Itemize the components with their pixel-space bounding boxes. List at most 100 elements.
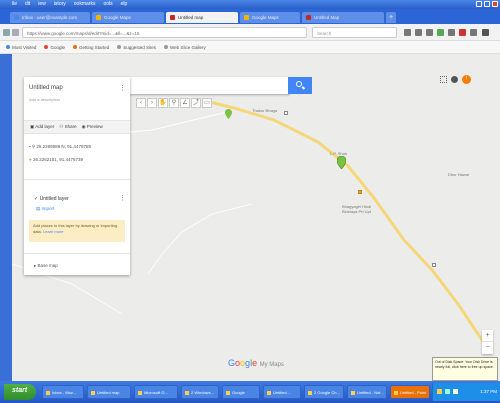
hamburger-menu-icon[interactable] bbox=[482, 29, 489, 36]
tab-untitled-map-2[interactable]: Untitled Map bbox=[302, 12, 384, 23]
redo-icon[interactable]: › bbox=[147, 98, 157, 108]
downloads-icon[interactable] bbox=[426, 29, 433, 36]
taskbar-item[interactable]: Untitled - Not... bbox=[347, 385, 387, 399]
zoom-out-button[interactable]: − bbox=[482, 341, 493, 353]
forward-icon[interactable] bbox=[12, 29, 19, 36]
mymaps-icon bbox=[306, 15, 311, 21]
taskbar-item[interactable]: 2 Windows... bbox=[181, 385, 219, 399]
bookmark-web-slice[interactable]: Web Slice Gallery bbox=[164, 45, 206, 50]
addon-icon[interactable] bbox=[459, 29, 466, 36]
add-layer-button[interactable]: ▣ Add layer bbox=[30, 124, 54, 130]
tab-google-maps-2[interactable]: Google Maps bbox=[240, 12, 300, 23]
map-pin-marker-selected[interactable] bbox=[337, 156, 346, 169]
divider bbox=[24, 179, 130, 180]
tray-icon[interactable] bbox=[437, 389, 442, 394]
menu-file[interactable]: ile bbox=[12, 1, 17, 7]
minimize-button[interactable] bbox=[476, 1, 482, 7]
menu-bookmarks[interactable]: ookmarks bbox=[74, 1, 96, 7]
more-options-icon[interactable]: ⋮ bbox=[119, 84, 126, 92]
google-my-maps-logo: Google My Maps bbox=[228, 358, 284, 368]
sync-icon[interactable] bbox=[470, 29, 477, 36]
avatar[interactable]: ! bbox=[462, 75, 471, 84]
learn-more-link[interactable]: Learn more bbox=[43, 229, 63, 234]
tab-google-maps[interactable]: Google Maps bbox=[92, 12, 164, 23]
tab-inbox[interactable]: Inbox - user@example.com bbox=[10, 12, 90, 23]
menu-history[interactable]: istory bbox=[54, 1, 66, 7]
bookmarks-toolbar: Most Visited Google Getting Started Sugg… bbox=[0, 41, 500, 54]
directions-row-1[interactable]: ▪ ⚲ 26.2289889 N, 91.4479789 bbox=[29, 144, 91, 150]
taskbar-item[interactable]: Untitled map bbox=[87, 385, 131, 399]
tray-icon[interactable] bbox=[453, 389, 458, 394]
place-label-thakur: Thakur Bhaga bbox=[252, 108, 278, 113]
menu-bar: ile dit iew istory ookmarks ools elp bbox=[12, 1, 127, 7]
layer-options-icon[interactable]: ⋮ bbox=[119, 194, 126, 202]
google-icon bbox=[44, 45, 49, 50]
menu-tools[interactable]: ools bbox=[103, 1, 112, 7]
draw-line-icon[interactable]: ∠ bbox=[180, 98, 190, 108]
menu-edit[interactable]: dit bbox=[25, 1, 30, 7]
mail-icon bbox=[14, 15, 19, 21]
folder-icon bbox=[6, 45, 10, 50]
taskbar-item[interactable]: Untitled - Paint bbox=[390, 385, 430, 399]
hand-tool-icon[interactable]: ✋ bbox=[158, 98, 168, 108]
account-controls: ! bbox=[440, 75, 471, 84]
bookmark-getting-started[interactable]: Getting Started bbox=[72, 45, 109, 50]
add-marker-icon[interactable]: ⚲ bbox=[169, 98, 179, 108]
directions-icon[interactable]: ⤴ bbox=[191, 98, 201, 108]
import-link[interactable]: ▤ Import bbox=[36, 206, 54, 212]
close-button[interactable] bbox=[492, 1, 498, 7]
home-icon[interactable] bbox=[448, 29, 455, 36]
map-search-button[interactable] bbox=[288, 77, 312, 94]
bookmark-suggested-sites[interactable]: Suggested Sites bbox=[117, 45, 156, 50]
map-description[interactable]: Add a description bbox=[29, 97, 60, 102]
minor-road-2 bbox=[147, 203, 253, 275]
reading-list-icon[interactable] bbox=[415, 29, 422, 36]
measure-icon[interactable]: ▭ bbox=[202, 98, 212, 108]
window-title-bar: ile dit iew istory ookmarks ools elp bbox=[0, 0, 500, 9]
zoom-controls: + − bbox=[482, 330, 493, 354]
map-title[interactable]: Untitled map bbox=[29, 85, 63, 91]
taskbar-item[interactable]: Inbox - Moz... bbox=[42, 385, 84, 399]
bookmark-most-visited[interactable]: Most Visited bbox=[6, 45, 36, 50]
map-search-input[interactable] bbox=[130, 77, 290, 94]
start-button[interactable]: start bbox=[4, 384, 36, 400]
bus-stop-icon bbox=[432, 263, 436, 267]
menu-help[interactable]: elp bbox=[121, 1, 128, 7]
bookmark-star-icon[interactable] bbox=[404, 29, 411, 36]
share-button[interactable]: ⚇ Share bbox=[59, 124, 76, 130]
divider bbox=[24, 253, 130, 254]
zoom-in-button[interactable]: + bbox=[482, 330, 493, 341]
system-notification[interactable]: Out of Disk Space: Your Disk Drive is ne… bbox=[432, 357, 498, 381]
apps-grid-icon[interactable] bbox=[440, 76, 447, 83]
taskbar-item[interactable]: Untitled... bbox=[263, 385, 301, 399]
bus-stop-icon bbox=[284, 111, 288, 115]
taskbar-item[interactable]: Microsoft O... bbox=[134, 385, 178, 399]
url-input[interactable]: https://www.google.com/maps/d/edit?mid=.… bbox=[22, 27, 307, 38]
taskbar-item[interactable]: Google bbox=[222, 385, 260, 399]
bookmark-google[interactable]: Google bbox=[44, 45, 65, 50]
tab-untitled-map[interactable]: Untitled map bbox=[166, 12, 238, 23]
notifications-icon[interactable] bbox=[451, 76, 458, 83]
map-pin-marker[interactable] bbox=[225, 109, 232, 119]
place-label-stadium: Bhagyagiri Hindi Bidelaya Prt Upt bbox=[342, 204, 372, 214]
search-icon bbox=[296, 81, 302, 87]
layers-panel: Untitled map ⋮ Add a description ▣ Add l… bbox=[24, 77, 130, 275]
landmark-icon bbox=[358, 190, 362, 194]
new-tab-button[interactable]: + bbox=[386, 12, 396, 23]
menu-view[interactable]: iew bbox=[38, 1, 46, 7]
preview-button[interactable]: ◉ Preview bbox=[82, 124, 103, 130]
back-icon[interactable] bbox=[3, 29, 10, 36]
place-label-dhur: Dhur Hawar bbox=[448, 172, 470, 177]
page-icon bbox=[117, 45, 122, 50]
undo-icon[interactable]: ‹ bbox=[136, 98, 146, 108]
maximize-button[interactable] bbox=[484, 1, 490, 7]
layer-title[interactable]: ✓ Untitled layer bbox=[34, 196, 69, 202]
map-canvas[interactable]: Thakur Bhaga L.P. Shah Bhagyagiri Hindi … bbox=[12, 54, 500, 381]
base-map-toggle[interactable]: ▸ Base map bbox=[34, 263, 58, 269]
maps-icon bbox=[244, 15, 249, 21]
tray-icon[interactable] bbox=[445, 389, 450, 394]
taskbar-item[interactable]: 2 Google Ch... bbox=[304, 385, 344, 399]
browser-search-input[interactable]: Search bbox=[312, 27, 397, 38]
directions-row-2[interactable]: ● 26.2262101, 91.4476739 bbox=[29, 157, 83, 162]
pocket-icon[interactable] bbox=[437, 29, 444, 36]
